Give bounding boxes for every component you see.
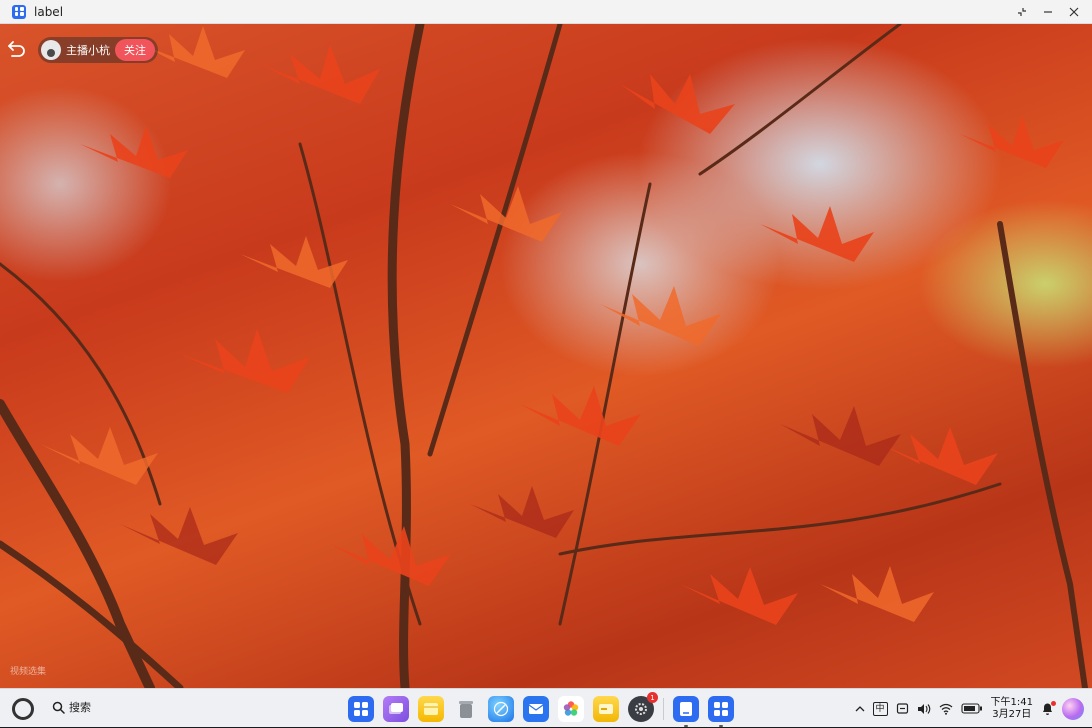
- maple-leaves-image: [0, 24, 1088, 688]
- back-button[interactable]: [6, 37, 32, 63]
- clipboard-icon[interactable]: [896, 702, 909, 715]
- notification-badge: 1: [647, 692, 658, 703]
- settings-icon[interactable]: 1: [628, 692, 658, 722]
- close-icon: [1069, 7, 1079, 16]
- assistant-orb-icon[interactable]: [1062, 697, 1084, 720]
- dock-separator: [663, 698, 664, 720]
- back-arrow-icon: [8, 41, 25, 57]
- restore-button[interactable]: [1014, 4, 1030, 20]
- photos-icon[interactable]: [558, 696, 584, 722]
- video-player[interactable]: 主播小杭 关注 视频选集: [0, 24, 1092, 688]
- mail-icon[interactable]: [523, 696, 549, 722]
- watermark-text: 视频选集: [10, 667, 47, 677]
- wallet-icon[interactable]: [593, 696, 619, 722]
- search-button[interactable]: 搜索: [52, 699, 91, 715]
- multitask-icon[interactable]: [383, 696, 409, 722]
- browser-icon[interactable]: [488, 696, 514, 722]
- clock-time: 下午1:41: [990, 696, 1033, 708]
- system-tray: 中 下午1:41 3月27日: [855, 689, 1092, 728]
- title-bar[interactable]: label: [0, 0, 1092, 24]
- wifi-icon[interactable]: [939, 703, 953, 715]
- clock[interactable]: 下午1:41 3月27日: [991, 697, 1033, 721]
- battery-icon[interactable]: [960, 703, 983, 714]
- dock: 1: [348, 692, 734, 727]
- notification-bell-icon[interactable]: [1041, 700, 1056, 716]
- host-avatar[interactable]: [41, 40, 61, 60]
- host-name: 主播小杭: [66, 44, 110, 57]
- search-label: 搜索: [69, 701, 91, 714]
- taskbar: 搜索 1 中 下午1:41 3月27日: [0, 688, 1092, 727]
- restore-icon: [1018, 7, 1026, 16]
- document-icon[interactable]: [673, 696, 699, 727]
- trash-icon[interactable]: [453, 696, 479, 722]
- host-info-chip: 主播小杭 关注: [38, 37, 158, 63]
- close-button[interactable]: [1066, 4, 1082, 20]
- window-title: label: [34, 4, 64, 19]
- volume-icon[interactable]: [917, 703, 931, 715]
- ime-indicator[interactable]: 中: [872, 701, 888, 716]
- app-window: label 主播小杭 关注 视频选集: [0, 0, 1092, 688]
- start-button[interactable]: [12, 698, 34, 720]
- minimize-icon: [1044, 10, 1052, 13]
- minimize-button[interactable]: [1040, 4, 1056, 20]
- app-grid-icon: [12, 4, 26, 19]
- notes-icon[interactable]: [418, 696, 444, 722]
- follow-button[interactable]: 关注: [115, 39, 155, 61]
- chevron-up-icon[interactable]: [855, 704, 865, 714]
- app-store-icon[interactable]: [708, 696, 734, 727]
- app-launcher-icon[interactable]: [348, 696, 374, 722]
- clock-date: 3月27日: [992, 708, 1032, 720]
- search-icon: [52, 701, 65, 714]
